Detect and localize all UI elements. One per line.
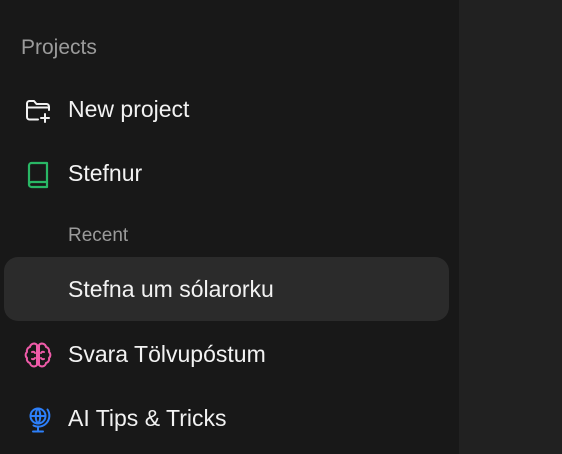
new-project-label: New project (68, 96, 190, 122)
project-item-svara-tolvupostum[interactable]: Svara Tölvupóstum (4, 322, 449, 386)
brain-icon (23, 340, 53, 370)
project-label-ai-tips-tricks: AI Tips & Tricks (68, 405, 227, 431)
project-label-svara-tolvupostum: Svara Tölvupóstum (68, 341, 266, 367)
project-label-stefnur: Stefnur (68, 160, 143, 186)
project-item-stefnur[interactable]: Stefnur (4, 141, 449, 205)
recent-heading: Recent (68, 225, 129, 246)
recent-item-label: Stefna um sólarorku (68, 276, 274, 302)
app-window: Projects New project Stefnur Recent Stef… (0, 0, 562, 454)
book-icon (23, 159, 53, 189)
recent-item[interactable]: Stefna um sólarorku (4, 257, 449, 321)
globe-stand-icon (23, 404, 53, 434)
folder-plus-icon (23, 95, 53, 125)
project-item-ai-tips-tricks[interactable]: AI Tips & Tricks (4, 386, 449, 450)
new-project-button[interactable]: New project (4, 77, 449, 141)
sidebar: Projects New project Stefnur Recent Stef… (0, 0, 459, 454)
projects-heading: Projects (21, 36, 97, 59)
main-content-area (459, 0, 562, 454)
